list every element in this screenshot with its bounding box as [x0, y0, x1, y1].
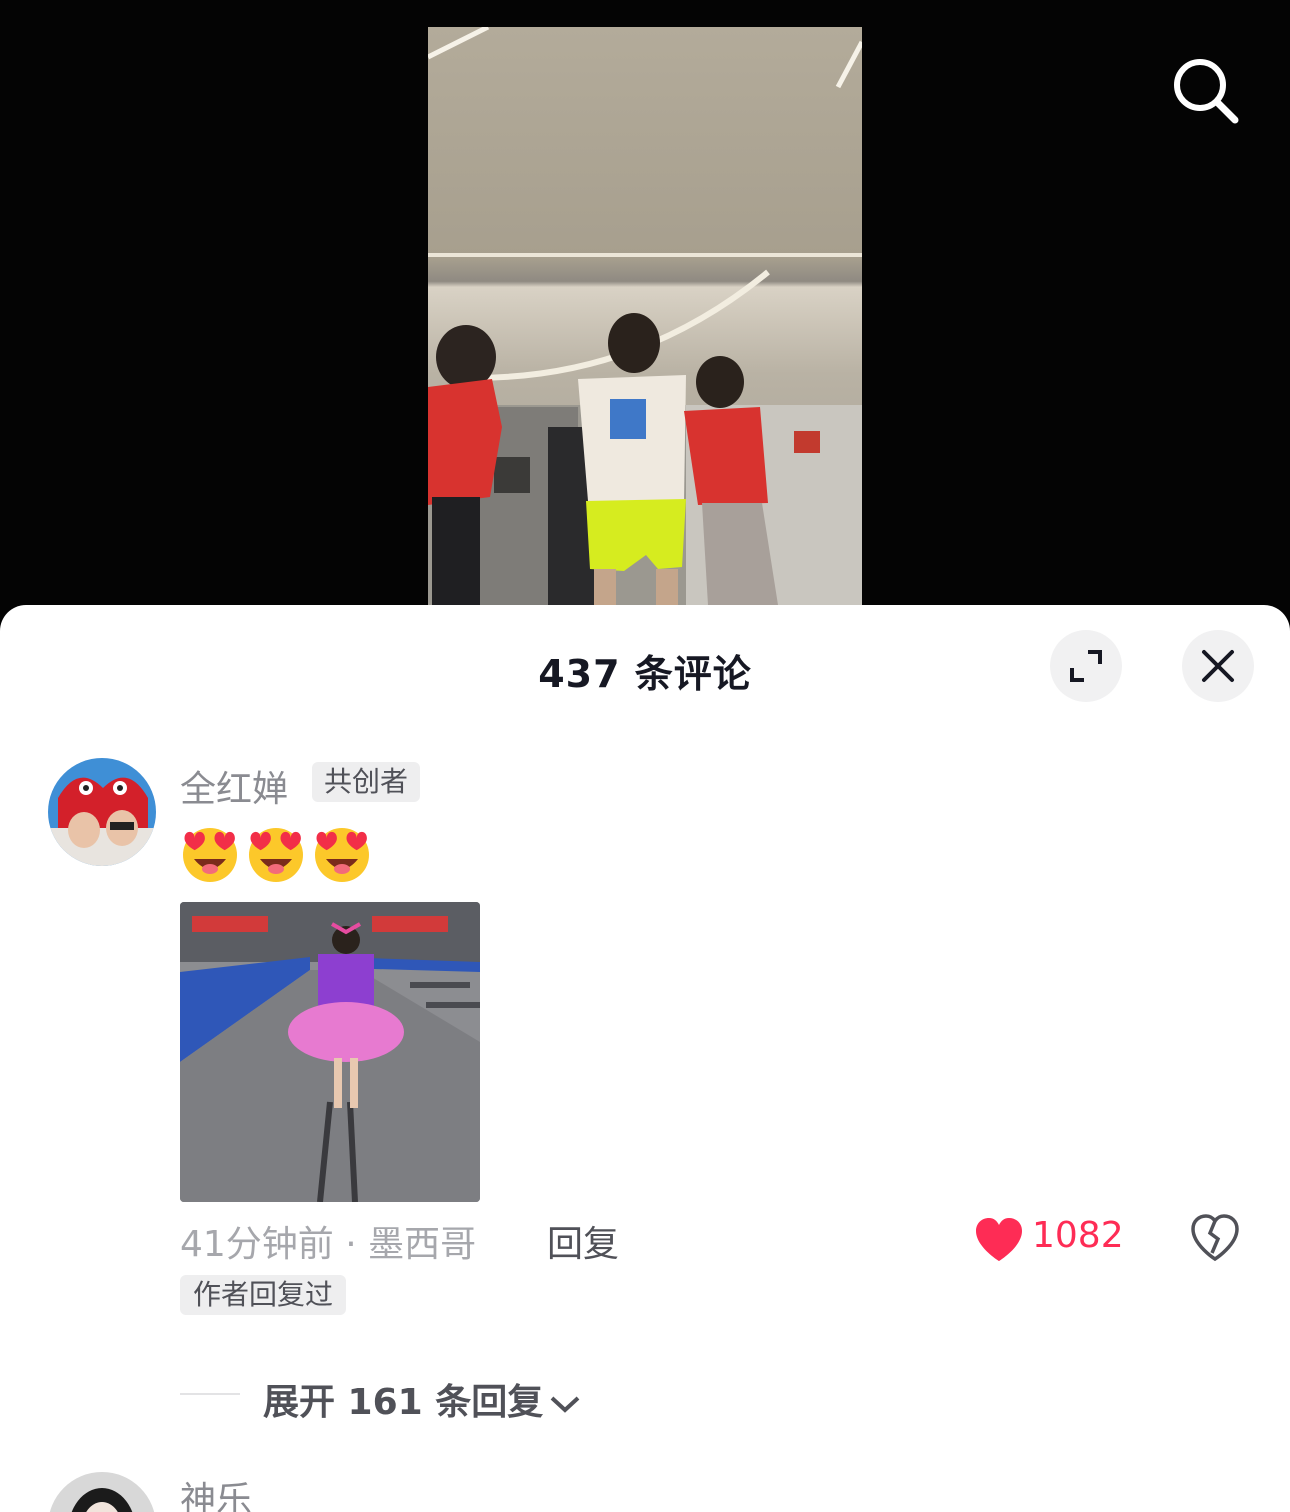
heart-eyes-emoji — [183, 828, 237, 882]
like-count: 1082 — [1032, 1215, 1124, 1256]
comment-image[interactable] — [180, 902, 480, 1202]
heart-filled-icon — [976, 1218, 1022, 1261]
comment-avatar[interactable] — [48, 758, 156, 866]
heart-eyes-emoji — [249, 828, 303, 882]
comment-avatar[interactable] — [48, 1472, 156, 1512]
dislike-button[interactable] — [1190, 1213, 1240, 1263]
search-icon — [1174, 59, 1239, 124]
author-replied-badge: 作者回复过 — [180, 1275, 347, 1315]
close-icon — [1202, 650, 1234, 682]
avatar-image — [48, 1472, 156, 1512]
expand-sheet-button[interactable] — [1050, 630, 1122, 702]
expand-icon — [1070, 650, 1102, 682]
heart-eyes-emoji — [315, 828, 369, 882]
expand-replies-label: 展开 161 条回复 — [263, 1382, 544, 1423]
comment-username[interactable]: 全红婵 — [180, 760, 288, 812]
co-creator-badge: 共创者 — [312, 762, 421, 802]
video-frame[interactable] — [428, 27, 862, 605]
divider — [180, 1393, 240, 1395]
search-button[interactable] — [1170, 55, 1242, 127]
broken-heart-icon — [1191, 1214, 1239, 1262]
close-sheet-button[interactable] — [1182, 630, 1254, 702]
comment-meta: 41分钟前 · 墨西哥 — [180, 1224, 477, 1265]
comment-username[interactable]: 神乐 — [180, 1471, 252, 1512]
chevron-down-icon — [550, 1396, 580, 1413]
video-player[interactable] — [0, 0, 1290, 620]
reply-button[interactable]: 回复 — [547, 1215, 619, 1267]
comment-sheet: 437 条评论 全红婵 共创者 41分钟前 · 墨西哥 回复 1082 作者回复… — [0, 605, 1290, 1512]
expand-replies-button[interactable]: 展开 161 条回复 — [263, 1373, 581, 1425]
comment-image-content — [180, 902, 480, 1202]
avatar-image — [48, 758, 156, 866]
video-scene — [428, 27, 862, 605]
